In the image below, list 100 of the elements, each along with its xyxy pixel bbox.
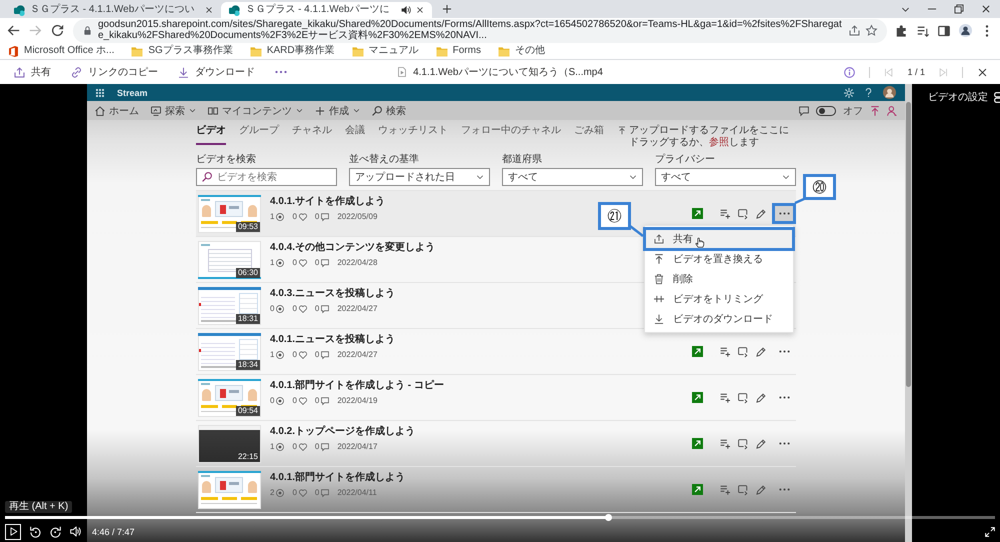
video-row[interactable]: 4.0.1.部門サイトを作成しよう 2 0 0 2022/04/11 — [196, 467, 796, 513]
app-title: Stream — [117, 88, 148, 98]
video-row[interactable]: 22:15 4.0.2.トップページを作成しよう 1 0 0 2022/04/17 — [196, 421, 796, 467]
folder-icon — [131, 46, 144, 56]
upload-icon[interactable] — [870, 106, 880, 116]
star-icon[interactable] — [866, 25, 877, 36]
nav-item[interactable]: 作成 — [315, 104, 360, 118]
address-field[interactable]: goodsun2015.sharepoint.com/sites/Sharegate_kikaku/Shared%20Documents/Forms/AllItems.aspx?ct=1654502786520&or=Teams-HL&ga=1&id=%2fsites%2FSharegate_kikaku%2FShared%20Documents%2F3%2Eサービス資料%2F30%2EMS%20NAVI... — [73, 18, 887, 42]
video-row[interactable]: 09:54 4.0.1.部門サイトを作成しよう - コピー 0 0 0 2022/04/19 — [196, 375, 796, 421]
chat-arrow-icon[interactable] — [738, 346, 748, 356]
nav-item[interactable]: 探索 — [151, 104, 196, 118]
nav-item[interactable]: マイコンテンツ — [208, 104, 303, 118]
video-title[interactable]: 4.0.1.ニュースを投稿しよう — [270, 334, 683, 346]
pencil-icon[interactable] — [756, 392, 766, 402]
dropdown[interactable]: すべて — [502, 168, 643, 186]
play-button[interactable] — [5, 524, 21, 540]
tab[interactable]: 会議 — [345, 125, 365, 145]
app-launcher-icon[interactable] — [96, 88, 104, 96]
menu-item[interactable]: ビデオをトリミング — [645, 289, 793, 309]
browse-link[interactable]: 参照 — [709, 137, 729, 148]
speaker-icon[interactable] — [400, 5, 411, 15]
chat-arrow-icon[interactable] — [738, 392, 748, 402]
nav-item[interactable]: 検索 — [372, 104, 406, 118]
profile-icon[interactable] — [959, 24, 972, 37]
lock-icon — [83, 26, 92, 35]
bookmark-item[interactable]: Forms — [436, 45, 481, 57]
pencil-icon[interactable] — [756, 208, 766, 218]
time-display: 4:46 / 7:47 — [92, 526, 135, 536]
field-label: 都道府県 — [502, 154, 543, 166]
side-panel-icon[interactable] — [938, 24, 950, 36]
share-icon[interactable] — [849, 25, 860, 36]
field-label: ビデオを検索 — [196, 154, 257, 166]
video-title[interactable]: 4.0.2.トップページを作成しよう — [270, 426, 683, 438]
arrow-tile-icon[interactable] — [692, 484, 703, 495]
skip-back-icon[interactable] — [30, 526, 41, 537]
settings-button[interactable]: ビデオの設定 — [928, 90, 1000, 104]
upload-icon — [654, 254, 664, 264]
pencil-icon[interactable] — [756, 346, 766, 356]
toolbar-button[interactable]: ダウンロード — [176, 63, 257, 81]
avatar[interactable] — [883, 86, 896, 99]
tab[interactable]: チャネル — [292, 125, 332, 145]
chat-arrow-icon[interactable] — [738, 484, 748, 494]
skip-forward-icon[interactable] — [50, 526, 61, 537]
tab[interactable]: フォロー中のチャネル — [461, 125, 561, 145]
video-title[interactable]: 4.0.1.部門サイトを作成しよう — [270, 472, 683, 484]
tab[interactable]: ごみ箱 — [574, 125, 604, 145]
toolbar-button[interactable]: リンクのコピー — [69, 63, 160, 81]
fullscreen-icon[interactable] — [985, 526, 995, 536]
browser-tab[interactable]: ＳＧプラス - 4.1.1.Webパーツに — [221, 2, 432, 18]
info-icon[interactable] — [844, 66, 856, 78]
scrollbar-thumb[interactable] — [906, 102, 911, 387]
settings-icon[interactable] — [844, 88, 854, 98]
person-icon[interactable] — [887, 106, 897, 116]
arrow-tile-icon[interactable] — [692, 346, 703, 357]
playlist-add-icon[interactable] — [720, 208, 730, 218]
tab[interactable]: ビデオ — [196, 125, 226, 145]
upload-date: 2022/04/17 — [337, 442, 378, 452]
chat-icon[interactable] — [799, 106, 809, 116]
tab[interactable]: ウォッチリスト — [378, 125, 448, 145]
chat-arrow-icon[interactable] — [738, 208, 748, 218]
video-title[interactable]: 4.0.1.部門サイトを作成しよう - コピー — [270, 380, 683, 392]
dropdown[interactable]: アップロードされた日 — [349, 168, 490, 186]
pencil-icon[interactable] — [756, 438, 766, 448]
playlist-add-icon[interactable] — [720, 392, 730, 402]
reading-list-icon[interactable] — [917, 24, 929, 36]
back-icon[interactable] — [7, 24, 20, 37]
reload-icon[interactable] — [51, 24, 64, 37]
bookmark-item[interactable]: マニュアル — [352, 45, 419, 57]
bookmark-item[interactable]: SGプラス事務作業 — [131, 45, 233, 57]
download-icon — [654, 314, 664, 324]
chat-arrow-icon[interactable] — [738, 438, 748, 448]
playlist-add-icon[interactable] — [720, 346, 730, 356]
menu-item[interactable]: ビデオのダウンロード — [645, 309, 793, 329]
help-icon[interactable] — [864, 88, 873, 97]
thumbnail-drawing — [198, 332, 261, 370]
bookmark-item[interactable]: KARD事務作業 — [250, 45, 335, 57]
close-icon[interactable] — [205, 6, 214, 14]
tab[interactable]: グループ — [239, 125, 279, 145]
nav-item[interactable]: ホーム — [95, 104, 139, 118]
close-icon[interactable] — [981, 4, 991, 14]
toolbar-button[interactable]: 共有 — [12, 63, 53, 81]
bookmark-item[interactable]: Microsoft Office ホ... — [8, 45, 114, 57]
close-icon[interactable] — [977, 66, 988, 78]
browser-tab[interactable]: ＳＧプラス - 4.1.1.Webパーツについ — [6, 2, 222, 18]
restore-icon[interactable] — [954, 4, 964, 14]
playlist-add-icon[interactable] — [720, 438, 730, 448]
playlist-add-icon[interactable] — [720, 484, 730, 494]
arrow-tile-icon[interactable] — [692, 438, 703, 449]
new-tab-icon[interactable] — [442, 4, 452, 14]
arrow-tile-icon[interactable] — [692, 208, 703, 219]
arrow-tile-icon[interactable] — [692, 392, 703, 403]
menu-item[interactable]: ビデオを置き換える — [645, 249, 793, 269]
volume-icon[interactable] — [70, 526, 81, 537]
puzzle-icon[interactable] — [896, 24, 908, 36]
close-icon[interactable] — [416, 6, 424, 14]
bookmark-item[interactable]: その他 — [498, 45, 545, 57]
search-field[interactable]: ビデオを検索 — [196, 168, 337, 186]
toggle-switch[interactable] — [816, 106, 836, 116]
pencil-icon[interactable] — [756, 484, 766, 494]
dropdown[interactable]: すべて — [655, 168, 796, 186]
